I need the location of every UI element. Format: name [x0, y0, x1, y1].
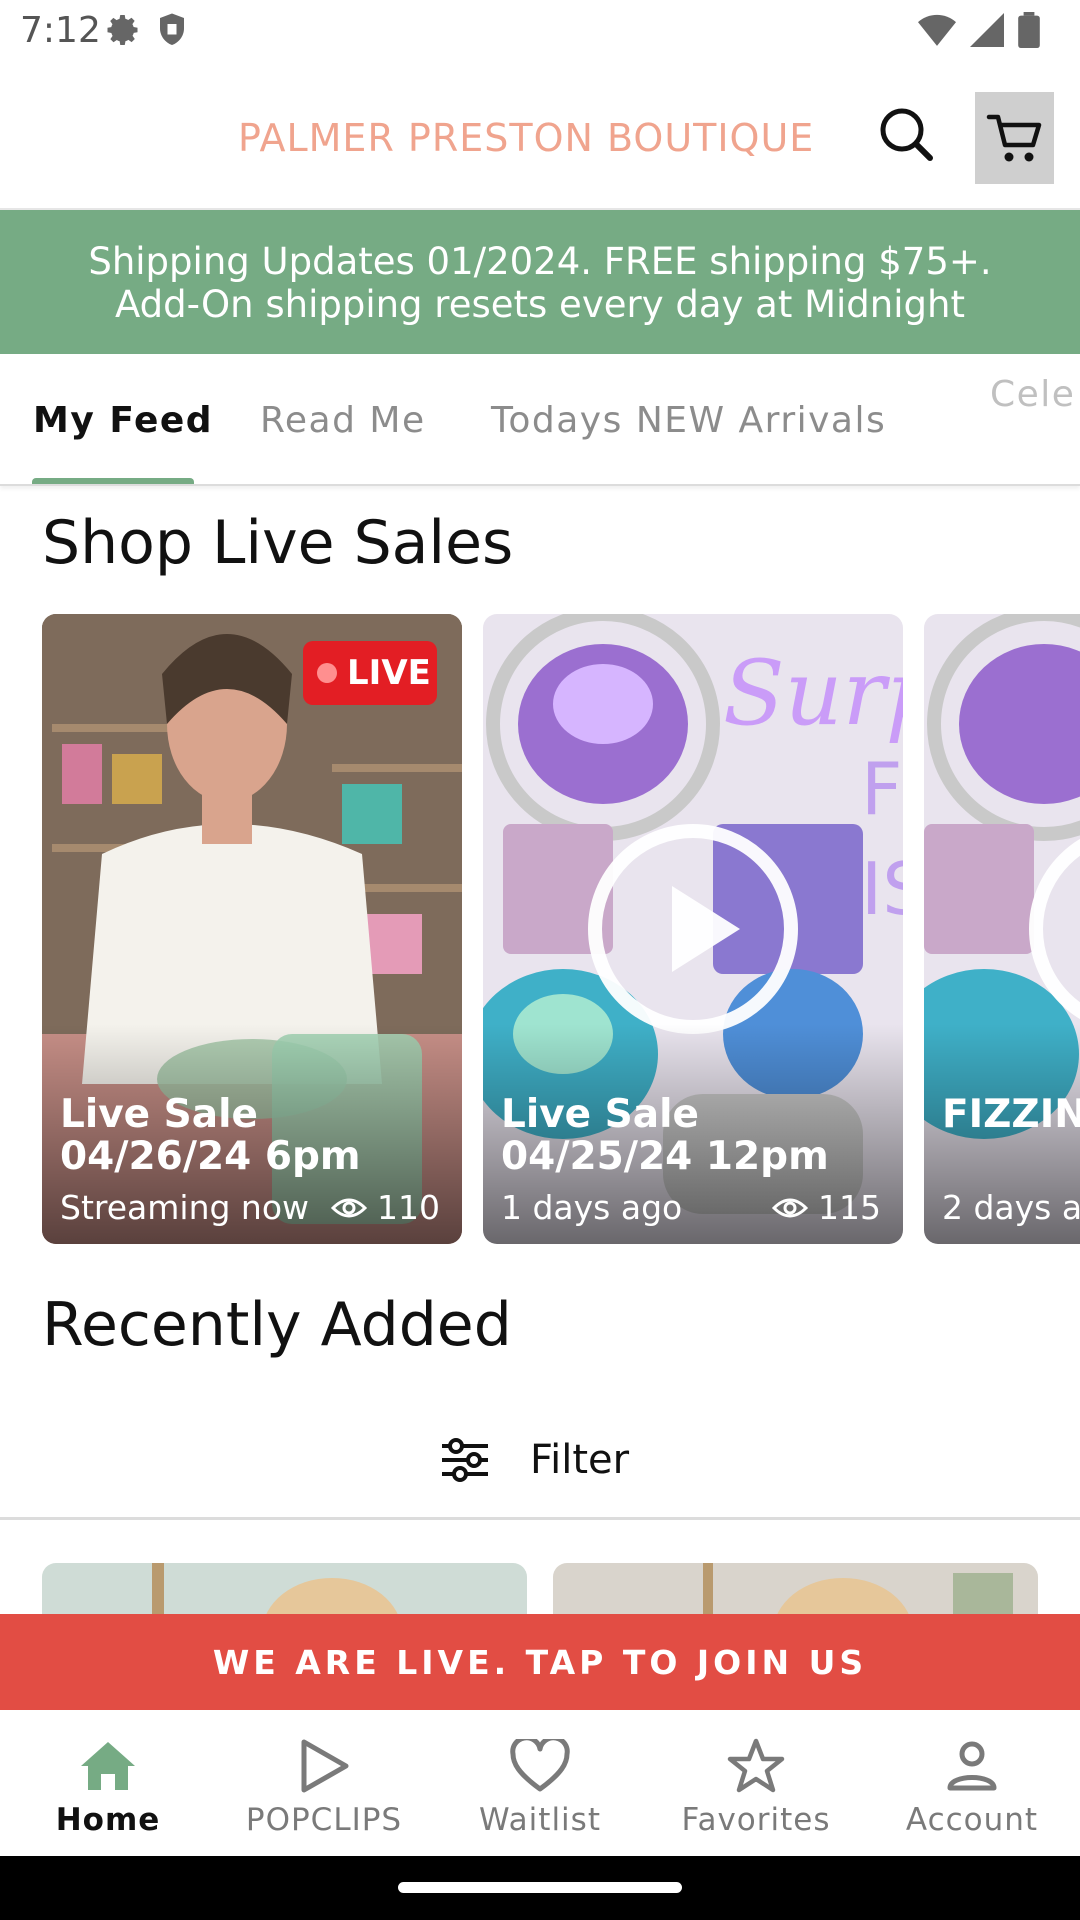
- category-tabs: My Feed Read Me Todays NEW Arrivals Cele: [0, 354, 1080, 486]
- system-nav-bar: [0, 1856, 1080, 1920]
- nav-label: Account: [905, 1802, 1039, 1838]
- play-icon[interactable]: [588, 824, 798, 1034]
- live-join-banner[interactable]: WE ARE LIVE. TAP TO JOIN US: [0, 1614, 1080, 1710]
- heart-icon: [510, 1736, 570, 1796]
- nav-popclips[interactable]: POPCLIPS: [216, 1710, 432, 1856]
- card-views: 115: [772, 1188, 881, 1227]
- search-button[interactable]: [876, 104, 936, 164]
- live-sale-card[interactable]: LIVE Live Sale 04/26/24 6pm Streaming no…: [42, 614, 462, 1244]
- wifi-icon: [918, 14, 956, 51]
- nav-label: Waitlist: [479, 1802, 601, 1838]
- home-icon: [79, 1736, 137, 1796]
- tab-todays-new-arrivals[interactable]: Todays NEW Arrivals: [491, 400, 886, 441]
- nav-waitlist[interactable]: Waitlist: [432, 1710, 648, 1856]
- bottom-nav: Home POPCLIPS Waitlist Favorites Account: [0, 1710, 1080, 1856]
- view-count: 110: [377, 1188, 440, 1227]
- live-badge-label: LIVE: [347, 653, 431, 693]
- nav-label: POPCLIPS: [245, 1802, 403, 1838]
- card-status: 2 days a: [942, 1188, 1080, 1227]
- nav-home[interactable]: Home: [0, 1710, 216, 1856]
- promo-line-1: Shipping Updates 01/2024. FREE shipping …: [88, 240, 992, 283]
- signal-icon: [970, 13, 1004, 52]
- card-views: 110: [331, 1188, 440, 1227]
- card-title: FIZZIN restock: [942, 1092, 1080, 1137]
- shield-icon: [156, 12, 188, 53]
- brand-title[interactable]: PALMER PRESTON BOUTIQUE: [238, 116, 814, 160]
- card-status: 1 days ago: [501, 1188, 683, 1227]
- filter-bar: Filter: [0, 1400, 1080, 1520]
- status-right-icons: [918, 12, 1040, 53]
- card-title: Live Sale 04/25/24 12pm: [501, 1092, 829, 1179]
- svg-text:IS: IS: [861, 847, 903, 931]
- tab-cele[interactable]: Cele: [990, 374, 1075, 415]
- tab-read-me[interactable]: Read Me: [260, 400, 426, 441]
- battery-icon: [1018, 12, 1040, 53]
- image-script-text: Surp: [723, 641, 903, 746]
- app-header: PALMER PRESTON BOUTIQUE: [0, 62, 1080, 210]
- nav-label: Favorites: [681, 1802, 831, 1838]
- nav-favorites[interactable]: Favorites: [648, 1710, 864, 1856]
- home-gesture-pill[interactable]: [398, 1882, 682, 1893]
- nav-label: Home: [55, 1802, 161, 1838]
- promo-line-2: Add-On shipping resets every day at Midn…: [115, 283, 965, 326]
- status-bar: 7:12: [0, 0, 1080, 62]
- live-sales-title: Shop Live Sales: [42, 508, 514, 578]
- nav-account[interactable]: Account: [864, 1710, 1080, 1856]
- card-status: Streaming now: [60, 1188, 310, 1227]
- settings-icon: [106, 12, 142, 53]
- view-count: 115: [818, 1188, 881, 1227]
- play-icon: [298, 1736, 350, 1796]
- eye-icon: [331, 1198, 367, 1217]
- active-tab-indicator: [32, 478, 194, 484]
- filter-label: Filter: [530, 1437, 630, 1483]
- search-icon: [880, 108, 933, 161]
- live-dot-icon: [317, 663, 337, 683]
- filter-icon: [442, 1438, 488, 1482]
- tab-my-feed[interactable]: My Feed: [33, 400, 213, 441]
- status-left-icons: [106, 12, 188, 53]
- status-time: 7:12: [20, 10, 101, 51]
- star-icon: [727, 1736, 785, 1796]
- live-sales-carousel: LIVE Live Sale 04/26/24 6pm Streaming no…: [0, 614, 1080, 1246]
- live-badge: LIVE: [303, 641, 437, 705]
- shipping-promo-banner[interactable]: Shipping Updates 01/2024. FREE shipping …: [0, 210, 1080, 354]
- card-title: Live Sale 04/26/24 6pm: [60, 1092, 361, 1179]
- svg-text:FI: FI: [861, 747, 903, 831]
- recently-added-title: Recently Added: [42, 1290, 512, 1360]
- filter-button[interactable]: Filter: [440, 1420, 629, 1500]
- live-sale-card[interactable]: Surp FI IS Live Sale 04/25/24 12pm 1 day…: [483, 614, 903, 1244]
- live-sale-card[interactable]: FIZZIN restock 2 days a: [924, 614, 1080, 1244]
- person-icon: [946, 1736, 998, 1796]
- cart-button[interactable]: [975, 92, 1054, 184]
- eye-icon: [772, 1198, 808, 1217]
- cart-icon: [986, 114, 1041, 162]
